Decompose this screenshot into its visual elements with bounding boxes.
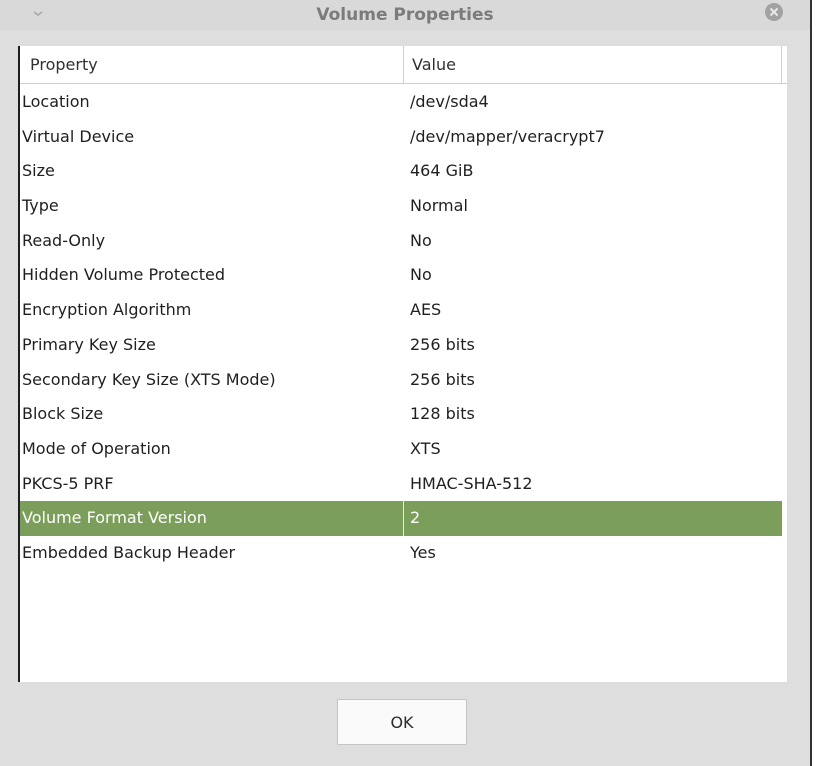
table-row[interactable]: Mode of Operation XTS <box>20 432 787 467</box>
value-cell: No <box>410 265 432 285</box>
property-cell: Block Size <box>22 404 104 424</box>
value-cell: AES <box>410 300 442 320</box>
value-cell: HMAC-SHA-512 <box>410 473 533 493</box>
column-header-value[interactable]: Value <box>404 46 782 83</box>
ok-button[interactable]: OK <box>337 699 467 745</box>
property-cell: Location <box>22 92 90 111</box>
property-cell: Hidden Volume Protected <box>22 265 226 285</box>
table-row[interactable]: Block Size 128 bits <box>20 397 787 432</box>
value-cell: /dev/sda4 <box>410 92 489 111</box>
value-cell: 256 bits <box>410 369 475 389</box>
value-cell: 2 <box>410 508 421 528</box>
property-cell: Type <box>22 196 59 216</box>
window-border <box>810 0 812 766</box>
table-row[interactable]: Primary Key Size 256 bits <box>20 328 787 363</box>
property-cell: Embedded Backup Header <box>22 542 236 562</box>
value-cell: /dev/mapper/veracrypt7 <box>410 126 605 146</box>
properties-list[interactable]: Property Value Location/dev/sda4 Virtual … <box>18 46 787 682</box>
property-cell: Primary Key Size <box>22 334 156 354</box>
title-bar: Volume Properties <box>0 0 810 30</box>
property-cell: Encryption Algorithm <box>22 300 192 320</box>
column-separator <box>403 501 404 536</box>
close-button[interactable] <box>765 3 783 21</box>
value-cell: Yes <box>410 542 436 562</box>
volume-properties-window: Volume Properties Property Value Locatio… <box>0 0 810 766</box>
property-cell: Virtual Device <box>22 126 135 146</box>
column-header-property[interactable]: Property <box>20 46 404 83</box>
value-cell: No <box>410 230 432 250</box>
property-cell: Mode of Operation <box>22 438 171 458</box>
window-title: Volume Properties <box>316 5 494 25</box>
table-row[interactable]: Secondary Key Size (XTS Mode) 256 bits <box>20 363 787 398</box>
property-cell: Size <box>22 161 55 181</box>
property-cell: Volume Format Version <box>22 508 207 528</box>
property-cell: PKCS-5 PRF <box>22 473 114 493</box>
value-cell: 256 bits <box>410 334 475 354</box>
table-row[interactable]: Type Normal <box>20 189 787 224</box>
table-row[interactable]: PKCS-5 PRF HMAC-SHA-512 <box>20 467 787 502</box>
table-row[interactable]: Read-Only No <box>20 224 787 259</box>
table-row[interactable]: Virtual Device/dev/mapper/veracrypt7 <box>20 120 787 155</box>
table-row[interactable]: Location/dev/sda4 <box>20 85 787 120</box>
list-header: Property Value <box>20 46 787 84</box>
property-cell: Secondary Key Size (XTS Mode) <box>22 369 276 389</box>
value-cell: XTS <box>410 438 441 458</box>
table-row[interactable]: Size 464 GiB <box>20 154 787 189</box>
dialog-footer: OK <box>0 682 810 766</box>
table-row[interactable]: Hidden Volume Protected No <box>20 258 787 293</box>
close-icon <box>769 7 779 17</box>
list-rows: Location/dev/sda4 Virtual Device/dev/mapp… <box>20 85 787 571</box>
table-row[interactable]: Volume Format Version 2 <box>20 501 782 536</box>
value-cell: 464 GiB <box>410 161 474 181</box>
table-row[interactable]: Embedded Backup Header Yes <box>20 536 787 571</box>
table-row[interactable]: Encryption Algorithm AES <box>20 293 787 328</box>
value-cell: 128 bits <box>410 404 475 424</box>
value-cell: Normal <box>410 196 468 216</box>
property-cell: Read-Only <box>22 230 106 250</box>
